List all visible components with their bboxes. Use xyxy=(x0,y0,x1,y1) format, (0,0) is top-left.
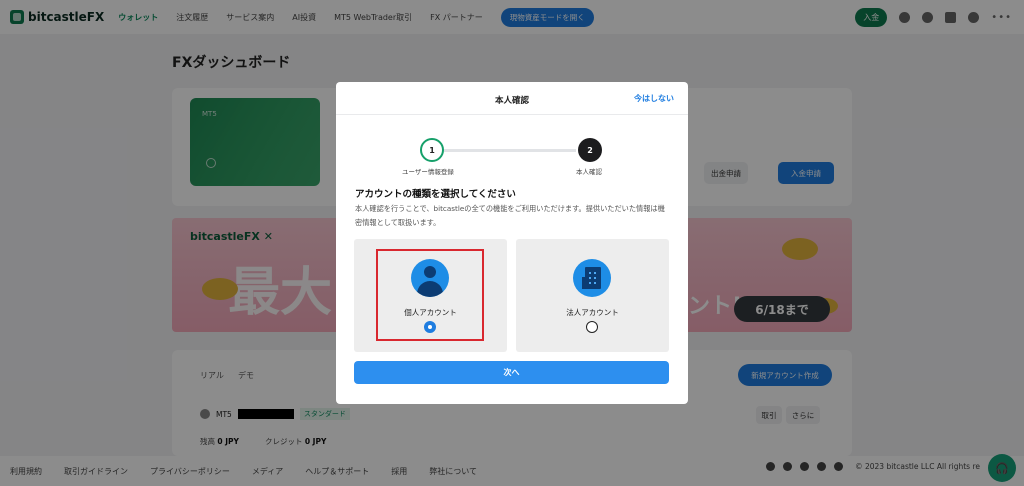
corporate-account-radio[interactable] xyxy=(586,321,598,333)
annotation-highlight-box xyxy=(376,249,484,341)
step-2-indicator: 2 xyxy=(578,138,602,162)
stepper-line xyxy=(444,149,576,152)
corporate-account-label: 法人アカウント xyxy=(566,308,619,317)
account-type-heading: アカウントの種類を選択してください xyxy=(355,189,516,200)
identity-verification-modal: 本人確認 今はしない 1 2 ユーザー情報登録 本人確認 アカウントの種類を選択… xyxy=(336,82,688,404)
account-type-description: 本人確認を行うことで、bitcastleの全ての機能をご利用いただけます。提供い… xyxy=(355,204,665,227)
next-button[interactable]: 次へ xyxy=(354,361,669,384)
modal-divider xyxy=(336,114,688,115)
step-1-indicator: 1 xyxy=(420,138,444,162)
building-icon xyxy=(573,259,611,297)
step-1-label: ユーザー情報登録 xyxy=(402,168,454,176)
step-2-label: 本人確認 xyxy=(576,168,602,176)
skip-button[interactable]: 今はしない xyxy=(634,93,674,104)
corporate-account-option[interactable]: 法人アカウント xyxy=(516,239,669,352)
